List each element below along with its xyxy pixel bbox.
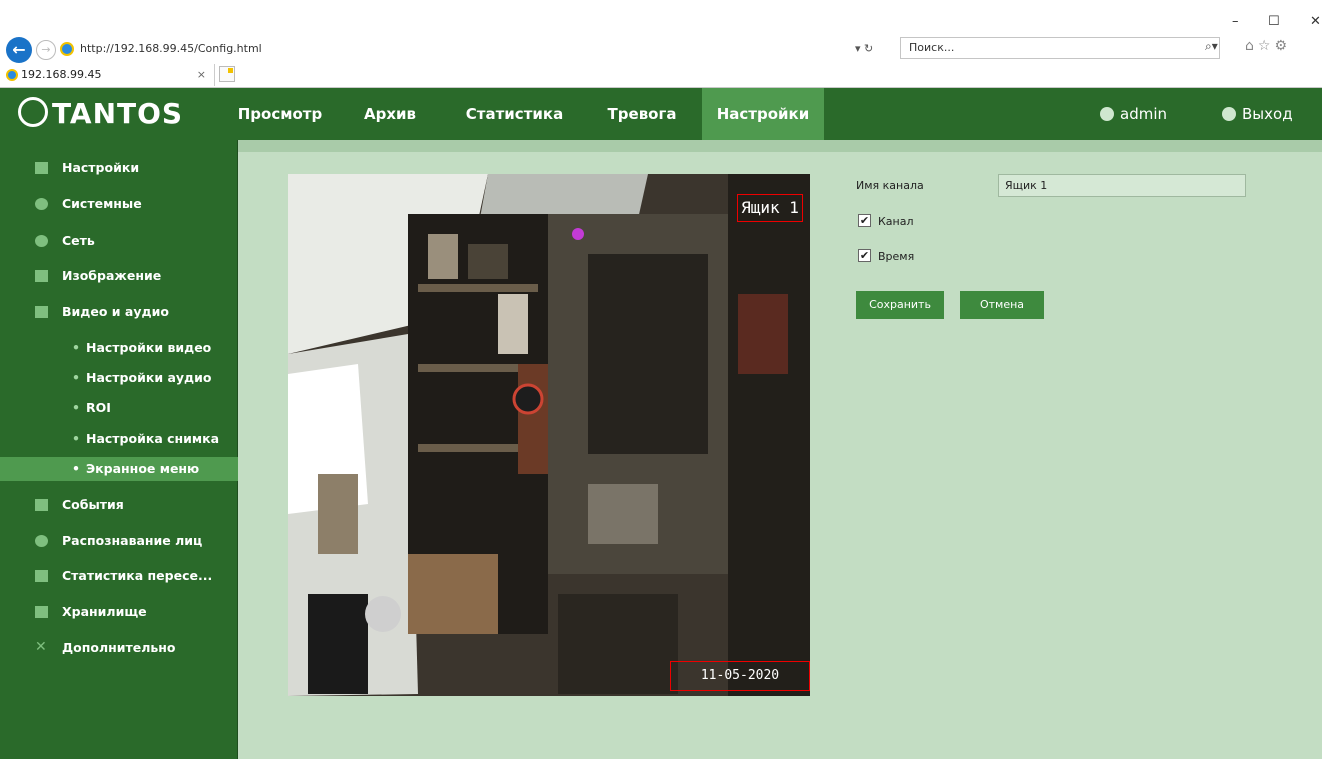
browser-tab[interactable]: 192.168.99.45 ×	[0, 64, 215, 86]
minimize-button[interactable]: –	[1232, 14, 1239, 29]
channel-checkbox[interactable]: ✔	[858, 214, 871, 227]
address-url: http://192.168.99.45/Config.html	[80, 42, 262, 55]
sidebar-item-label: Настройки	[62, 160, 140, 175]
sidebar: Настройки Системные Сеть Изображение Вид…	[0, 140, 238, 759]
sidebar-item-settings[interactable]: Настройки	[0, 156, 238, 180]
osd-channel-label: Ящик 1	[737, 194, 803, 222]
logo-mark-icon	[18, 97, 48, 127]
sidebar-subitem-snapshot[interactable]: Настройка снимка	[0, 427, 238, 451]
sidebar-subitem-roi[interactable]: ROI	[0, 396, 238, 420]
time-checkbox[interactable]: ✔	[858, 249, 871, 262]
image-icon	[35, 270, 48, 282]
floppy-icon	[35, 606, 48, 618]
settings-list-icon	[35, 162, 48, 174]
sidebar-item-label: Статистика пересе...	[62, 568, 213, 583]
sidebar-item-system[interactable]: Системные	[0, 192, 238, 216]
content-top-strip	[238, 140, 1322, 152]
nav-tab-settings[interactable]: Настройки	[702, 88, 824, 140]
nav-tab-archive[interactable]: Архив	[345, 88, 435, 140]
logout-label: Выход	[1242, 105, 1293, 123]
sidebar-item-events[interactable]: События	[0, 493, 238, 517]
sidebar-subitem-video-settings[interactable]: Настройки видео	[0, 336, 238, 360]
main-content: Ящик 1 11-05-2020 17:49:39 Имя канала Ящ…	[238, 140, 1322, 759]
bell-icon	[35, 499, 48, 511]
sidebar-item-crossing-stats[interactable]: Статистика пересе...	[0, 564, 238, 588]
sidebar-item-advanced[interactable]: ✕ Дополнительно	[0, 636, 238, 660]
tab-title: 192.168.99.45	[21, 68, 102, 81]
logout-icon	[1222, 106, 1236, 121]
tab-browser-icon	[6, 69, 18, 81]
logo: TANTOS	[18, 96, 183, 132]
browser-icon	[60, 42, 74, 56]
user-icon	[1100, 106, 1114, 121]
maximize-button[interactable]: ☐	[1268, 14, 1280, 29]
sidebar-item-storage[interactable]: Хранилище	[0, 600, 238, 624]
nav-tab-statistics[interactable]: Статистика	[452, 88, 577, 140]
nav-tab-alarm[interactable]: Тревога	[593, 88, 691, 140]
video-preview: Ящик 1 11-05-2020 17:49:39	[288, 174, 810, 696]
logout-button[interactable]: Выход	[1222, 88, 1293, 140]
sidebar-item-label: Распознавание лиц	[62, 533, 203, 548]
camera-image	[288, 174, 810, 696]
sidebar-subitem-audio-settings[interactable]: Настройки аудио	[0, 366, 238, 390]
tools-icon: ✕	[35, 639, 47, 655]
user-menu[interactable]: admin	[1100, 88, 1167, 140]
tab-close-icon[interactable]: ×	[197, 64, 206, 86]
video-icon	[35, 306, 48, 318]
search-input[interactable]: Поиск...	[900, 37, 1220, 59]
browser-chrome: – ☐ ✕ ← → http://192.168.99.45/Config.ht…	[0, 0, 1322, 88]
sidebar-item-image[interactable]: Изображение	[0, 264, 238, 288]
sidebar-item-label: Системные	[62, 196, 142, 211]
nav-tab-view[interactable]: Просмотр	[230, 88, 330, 140]
search-icon[interactable]: ⌕▾	[1205, 39, 1218, 54]
channel-checkbox-label: Канал	[878, 215, 914, 228]
osd-timestamp: 11-05-2020 17:49:39	[670, 661, 810, 691]
close-window-button[interactable]: ✕	[1310, 14, 1321, 29]
bar-chart-icon	[35, 570, 48, 582]
sidebar-item-video-audio[interactable]: Видео и аудио	[0, 300, 238, 324]
toolbar-icons[interactable]: ⌂☆⚙	[1245, 38, 1291, 54]
sidebar-item-label: События	[62, 497, 124, 512]
face-icon	[35, 535, 48, 547]
forward-arrow-icon[interactable]: →	[36, 40, 56, 60]
sidebar-item-face-recognition[interactable]: Распознавание лиц	[0, 529, 238, 553]
channel-name-label: Имя канала	[856, 179, 924, 192]
back-arrow-icon[interactable]: ←	[6, 37, 32, 63]
sidebar-item-label: Дополнительно	[62, 640, 176, 655]
logo-text: TANTOS	[52, 97, 184, 130]
sidebar-item-network[interactable]: Сеть	[0, 229, 238, 253]
new-tab-button[interactable]	[219, 66, 235, 82]
sidebar-subitem-osd[interactable]: Экранное меню	[0, 457, 238, 481]
username: admin	[1120, 105, 1167, 123]
sidebar-item-label: Хранилище	[62, 604, 147, 619]
save-button[interactable]: Сохранить	[856, 291, 944, 319]
info-icon	[35, 198, 48, 210]
sidebar-item-label: Изображение	[62, 268, 162, 283]
address-bar[interactable]: http://192.168.99.45/Config.html	[60, 38, 900, 60]
time-checkbox-label: Время	[878, 250, 915, 263]
globe-icon	[35, 235, 48, 247]
refresh-icon[interactable]: ▾ ↻	[855, 38, 873, 60]
sidebar-item-label: Видео и аудио	[62, 304, 169, 319]
channel-name-input[interactable]: Ящик 1	[998, 174, 1246, 197]
sidebar-item-label: Сеть	[62, 233, 95, 248]
app-header: TANTOS Просмотр Архив Статистика Тревога…	[0, 88, 1322, 140]
cancel-button[interactable]: Отмена	[960, 291, 1044, 319]
